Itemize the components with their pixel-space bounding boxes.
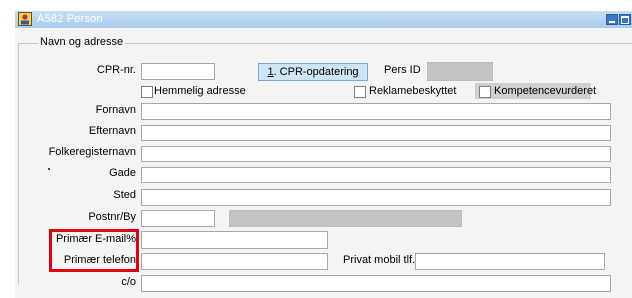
efternavn-label: Efternavn bbox=[88, 125, 136, 137]
hemmelig-adresse-label: Hemmelig adresse bbox=[154, 85, 246, 97]
kompetencevurderet-checkbox[interactable] bbox=[479, 86, 491, 98]
by-field bbox=[229, 210, 462, 227]
pers-id-label: Pers ID bbox=[384, 64, 421, 76]
maximize-icon[interactable] bbox=[619, 14, 631, 25]
folkeregisternavn-input[interactable] bbox=[141, 146, 611, 162]
gade-input[interactable] bbox=[141, 167, 611, 183]
cpr-update-button[interactable]: 1. CPR-opdatering bbox=[258, 63, 368, 81]
co-input[interactable] bbox=[141, 275, 611, 292]
app-icon bbox=[18, 12, 32, 26]
group-title: Navn og adresse bbox=[38, 36, 126, 48]
sted-input[interactable] bbox=[141, 189, 611, 206]
window-title: A582 Person bbox=[37, 13, 103, 25]
reklamebeskyttet-label: Reklamebeskyttet bbox=[369, 85, 457, 97]
fornavn-input[interactable] bbox=[141, 103, 611, 120]
hemmelig-adresse-checkbox[interactable] bbox=[141, 86, 153, 98]
postnr-by-label: Postnr/By bbox=[88, 211, 136, 223]
pers-id-field bbox=[427, 62, 493, 81]
mobil-input[interactable] bbox=[415, 253, 605, 270]
postnr-input[interactable] bbox=[141, 210, 215, 227]
sted-label: Sted bbox=[113, 189, 136, 201]
cpr-label: CPR-nr. bbox=[96, 64, 136, 76]
co-label: c/o bbox=[121, 276, 136, 288]
title-bar[interactable]: A582 Person bbox=[15, 11, 632, 28]
cpr-input[interactable] bbox=[141, 63, 215, 80]
mobil-label: Privat mobil tlf. bbox=[343, 254, 416, 266]
reklamebeskyttet-checkbox[interactable] bbox=[354, 86, 366, 98]
cpr-update-label: . CPR-opdatering bbox=[273, 66, 359, 78]
gade-label: Gade bbox=[109, 167, 136, 179]
marker-dot bbox=[48, 168, 50, 170]
efternavn-input[interactable] bbox=[141, 125, 611, 141]
kompetencevurderet-label: Kompetencevurderet bbox=[494, 85, 597, 97]
fornavn-label: Fornavn bbox=[95, 104, 136, 116]
folkeregisternavn-label: Folkeregisternavn bbox=[48, 146, 136, 158]
minimize-icon[interactable] bbox=[606, 14, 618, 25]
telefon-input[interactable] bbox=[141, 253, 328, 270]
highlight-box bbox=[49, 229, 139, 272]
email-input[interactable] bbox=[141, 231, 328, 249]
